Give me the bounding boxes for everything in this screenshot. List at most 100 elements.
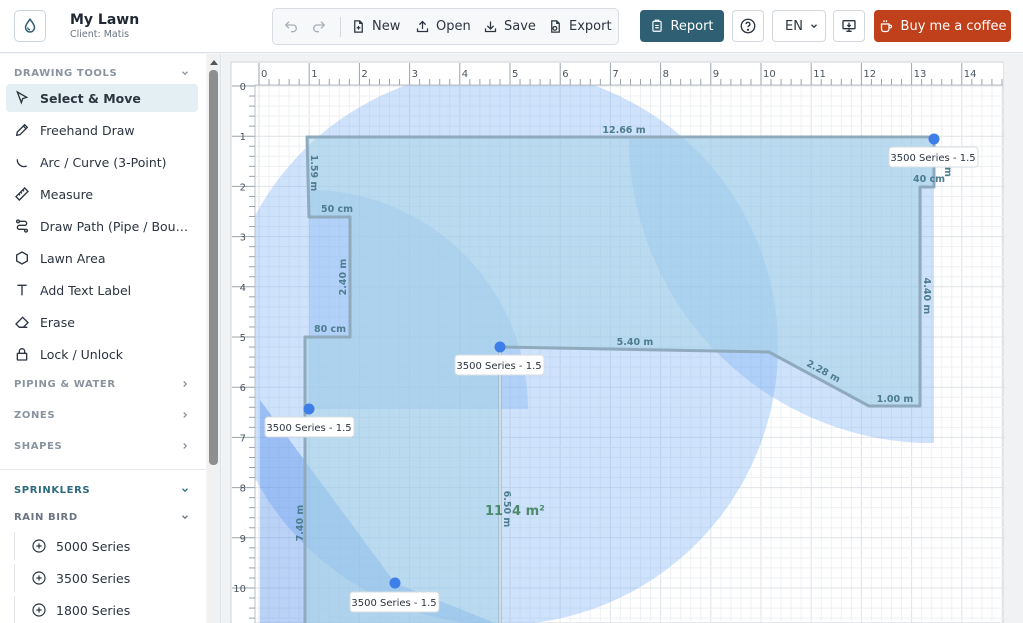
y-tick-label: 10 [233, 584, 246, 595]
scroll-thumb[interactable] [209, 70, 218, 465]
sidebar-scrollbar[interactable] [207, 54, 221, 623]
export-button[interactable]: Export [548, 9, 612, 44]
x-tick-label: 11 [813, 69, 826, 80]
tool-erase[interactable]: Erase [6, 308, 198, 336]
y-tick-label: 9 [240, 534, 246, 545]
tool-lawn-area[interactable]: Lawn Area [6, 244, 198, 272]
redo-icon [313, 20, 326, 32]
client-name: Client: Matis [70, 29, 130, 40]
tool-measure[interactable]: Measure [6, 180, 198, 208]
x-tick-label: 2 [361, 69, 367, 80]
open-button[interactable]: Open [415, 9, 471, 44]
dimension-label: 40 cm [913, 174, 945, 185]
ruler-icon [15, 187, 29, 201]
shapes-header[interactable]: SHAPES [14, 438, 190, 454]
tool-draw-path[interactable]: Draw Path (Pipe / Boundary) [6, 212, 198, 240]
x-tick-label: 0 [261, 69, 267, 80]
sprinkler-dot[interactable] [303, 403, 315, 415]
tool-add-text[interactable]: Add Text Label [6, 276, 198, 304]
arc-icon [16, 159, 27, 168]
monitor-icon [842, 20, 856, 32]
tool-arc-curve[interactable]: Arc / Curve (3-Point) [6, 148, 198, 176]
series-3500[interactable]: 3500 Series [14, 564, 206, 592]
presentation-button[interactable] [833, 10, 865, 42]
language-select[interactable]: EN [772, 10, 826, 42]
app-logo[interactable] [14, 10, 46, 42]
zones-header[interactable]: ZONES [14, 407, 190, 423]
series-1800[interactable]: 1800 Series [14, 596, 206, 623]
pencil-icon [15, 123, 29, 137]
coffee-label: Buy me a coffee [900, 18, 1007, 34]
open-label: Open [436, 19, 471, 34]
dimension-label: 1.00 m [877, 394, 914, 405]
x-tick-label: 6 [562, 69, 568, 80]
chevron-right-icon [183, 443, 188, 449]
y-tick-label: 4 [240, 283, 246, 294]
hexagon-icon [16, 251, 28, 265]
export-label: Export [569, 19, 612, 34]
app-root: My Lawn Client: Matis New Open Save Expo… [0, 0, 1023, 623]
plus-circle-icon [32, 539, 46, 553]
dimension-label: 50 cm [321, 204, 353, 215]
x-tick-label: 8 [663, 69, 669, 80]
sprinklers-header[interactable]: SPRINKLERS [14, 482, 190, 498]
file-toolbar: New Open Save Export [272, 8, 619, 45]
sprinkler-label: 3500 Series - 1.5 [351, 598, 436, 609]
chevron-down-icon [182, 515, 188, 520]
y-tick-label: 3 [240, 233, 246, 244]
text-icon [17, 284, 27, 296]
rain-bird-header[interactable]: RAIN BIRD [14, 509, 190, 525]
canvas-svg[interactable]: 0 1 2 3 4 5 6 7 8 9 10 11 12 13 14012345678910 12.66 m… [222, 54, 1023, 623]
report-label: Report [670, 18, 714, 34]
tool-label: Lawn Area [40, 250, 106, 266]
drawing-tools-header[interactable]: DRAWING TOOLS [14, 65, 190, 81]
clipboard-icon [652, 19, 663, 32]
y-tick-label: 2 [240, 182, 246, 193]
eraser-icon [15, 316, 29, 328]
new-button[interactable]: New [351, 9, 400, 44]
download-icon [484, 21, 497, 33]
report-button[interactable]: Report [640, 10, 724, 42]
drawing-tools-title: DRAWING TOOLS [14, 67, 118, 79]
brand-title: RAIN BIRD [14, 511, 78, 523]
sprinkler-label: 3500 Series - 1.5 [890, 153, 975, 164]
series-5000[interactable]: 5000 Series [14, 532, 206, 560]
series-label: 1800 Series [56, 602, 131, 618]
tool-label: Lock / Unlock [40, 346, 123, 362]
language-value: EN [785, 18, 803, 34]
new-label: New [372, 19, 401, 34]
undo-icon [284, 20, 297, 32]
tool-lock-unlock[interactable]: Lock / Unlock [6, 340, 198, 368]
save-button[interactable]: Save [483, 9, 536, 44]
x-tick-label: 1 [311, 69, 317, 80]
tool-freehand-draw[interactable]: Freehand Draw [6, 116, 198, 144]
x-tick-label: 7 [612, 69, 618, 80]
sprinkler-dot[interactable] [494, 341, 506, 353]
piping-water-header[interactable]: PIPING & WATER [14, 376, 190, 392]
tool-select-move[interactable]: Select & Move [6, 84, 198, 112]
dimension-label: 7.40 m [295, 505, 306, 542]
scroll-up-arrow[interactable] [210, 60, 218, 65]
dimension-label: m [942, 167, 953, 177]
redo-button[interactable] [311, 9, 327, 44]
water-drop-icon [24, 18, 36, 33]
x-tick-label: 5 [512, 69, 518, 80]
area-label-part: 4 m² [512, 504, 545, 519]
question-mark-icon [740, 18, 756, 34]
plus-circle-icon [32, 571, 46, 585]
help-button[interactable] [732, 10, 764, 42]
new-file-icon [354, 20, 363, 33]
sprinkler-dot[interactable] [389, 577, 401, 589]
design-canvas[interactable]: 0 1 2 3 4 5 6 7 8 9 10 11 12 13 14 0 1 2 3 4 5 6 7 8 9 10 12.66 m… [222, 54, 1023, 623]
dimension-label: 12.66 m [602, 125, 645, 136]
y-tick-label: 1 [240, 132, 246, 143]
undo-button[interactable] [283, 9, 299, 44]
buy-coffee-button[interactable]: Buy me a coffee [874, 10, 1011, 42]
sprinkler-dot[interactable] [928, 133, 940, 145]
tool-label: Erase [40, 314, 75, 330]
sidebar: DRAWING TOOLS Select & Move Freehand Dra… [0, 54, 206, 623]
y-tick-label: 0 [240, 82, 246, 93]
chevron-right-icon [183, 412, 188, 418]
x-tick-label: 14 [964, 69, 977, 80]
cursor-icon [16, 90, 29, 105]
